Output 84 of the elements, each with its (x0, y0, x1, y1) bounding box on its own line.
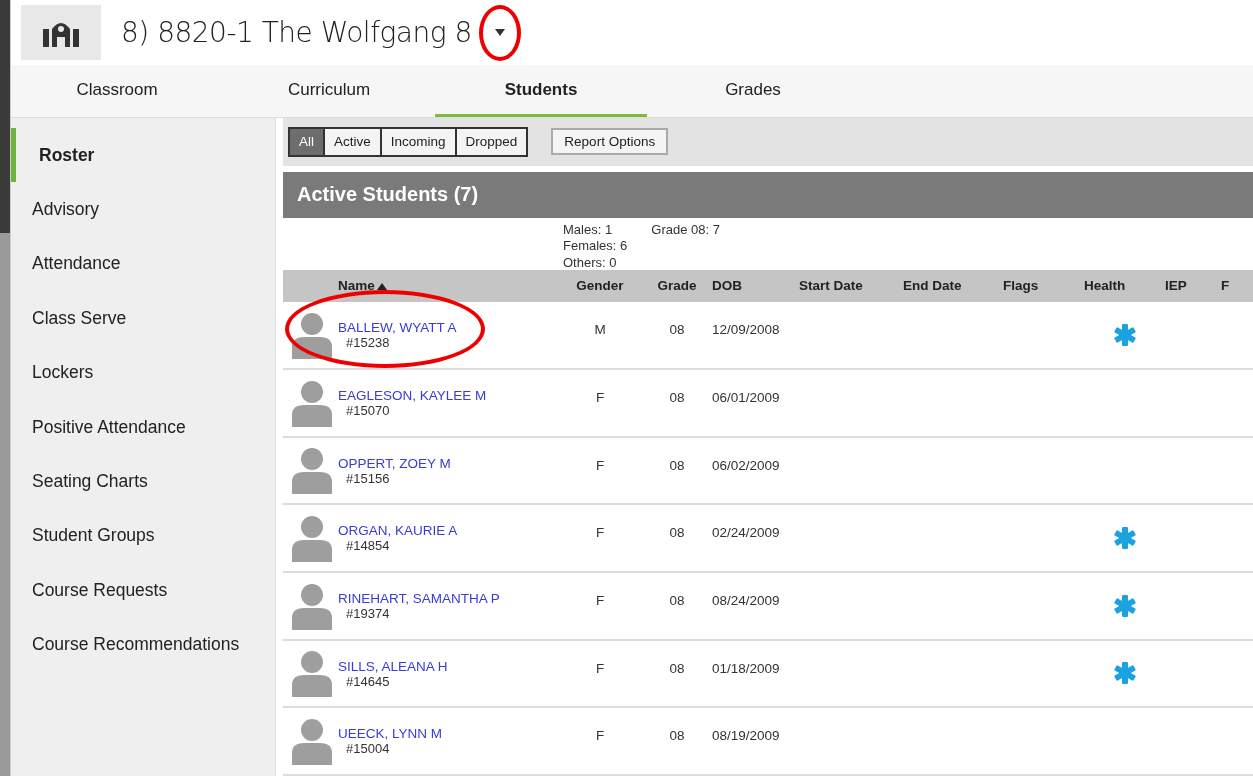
sidebar-item[interactable]: Seating Charts (11, 454, 275, 509)
table-cell-text: 06/01/2009 (712, 390, 781, 405)
filter-button[interactable]: Active (323, 128, 380, 155)
column-header[interactable]: IEP (1165, 278, 1221, 294)
column-header[interactable]: DOB (712, 278, 799, 294)
sidebar-item[interactable]: Positive Attendance (11, 399, 275, 455)
nav-tab[interactable]: Curriculum (223, 65, 435, 117)
student-name-link[interactable]: BALLEW, WYATT A (338, 320, 558, 336)
table-cell-text: 08 (668, 525, 686, 541)
student-name-link[interactable]: RINEHART, SAMANTHA P (338, 590, 558, 606)
sidebar-item[interactable]: Roster (11, 128, 275, 183)
table-cell-text: F (594, 390, 606, 405)
table-cell-text: M (593, 322, 607, 338)
table-cell-text: F (594, 660, 606, 676)
table-cell-text: 08/19/2009 (712, 728, 781, 744)
column-header[interactable]: End Date (903, 278, 1003, 294)
sidebar-item[interactable]: Course Requests (11, 563, 275, 618)
avatar-icon (292, 378, 332, 427)
filter-button[interactable]: Dropped (454, 128, 527, 155)
sidebar-item[interactable]: Attendance (11, 236, 275, 292)
student-id: #19374 (345, 605, 391, 621)
summary-text: Females: 6 (563, 238, 628, 255)
nav-tab[interactable]: Grades (647, 65, 859, 117)
medical-star-icon[interactable] (1113, 662, 1136, 685)
sidebar-item[interactable]: Student Groups (11, 508, 275, 564)
table-cell-text: F (594, 592, 606, 608)
summary-text: Males: 1 (563, 221, 614, 238)
school-logo-button[interactable] (21, 5, 101, 60)
annotation-ellipse (478, 4, 521, 61)
table-cell-text: 01/18/2009 (712, 660, 781, 676)
table-cell-text: 08 (668, 660, 686, 676)
sidebar-item[interactable]: Course Recommendations (11, 617, 275, 672)
report-options-button[interactable]: Report Options (551, 128, 669, 156)
avatar-icon (292, 446, 332, 495)
student-id: #14854 (345, 538, 391, 554)
avatar-icon (292, 311, 332, 360)
sort-up-icon (376, 283, 387, 291)
sidebar-item[interactable]: Class Serve (11, 291, 275, 346)
student-name-link[interactable]: ORGAN, KAURIE A (338, 523, 558, 539)
medical-star-icon[interactable] (1113, 527, 1136, 550)
column-header[interactable]: Health (1084, 278, 1165, 294)
section-title: 8) 8820-1 The Wolfgang 8 (121, 16, 472, 49)
caret-icon (494, 29, 505, 36)
column-header[interactable]: F (1221, 278, 1251, 294)
medical-star-icon[interactable] (1113, 324, 1136, 347)
student-id: #15004 (345, 741, 391, 757)
student-id: #15156 (345, 470, 391, 486)
avatar-icon (292, 581, 332, 630)
avatar-icon (292, 649, 332, 698)
sidebar-item[interactable]: Advisory (11, 182, 275, 237)
avatar-icon (292, 514, 332, 563)
column-header[interactable]: Gender (558, 278, 642, 294)
student-id: #14645 (345, 673, 391, 689)
table-cell-text: 06/02/2009 (712, 457, 781, 473)
filter-button[interactable]: All (290, 128, 323, 155)
table-cell-text: 02/24/2009 (712, 525, 781, 541)
column-header[interactable]: Grade (642, 278, 712, 294)
table-cell-text: 12/09/2008 (712, 322, 781, 338)
table-cell-text: 08 (668, 592, 686, 608)
table-cell-text: F (594, 728, 606, 744)
student-name-link[interactable]: UEECK, LYNN M (338, 726, 558, 742)
summary-text: Grade 08: 7 (651, 221, 720, 238)
table-cell-text: F (594, 525, 606, 541)
filter-button[interactable]: Incoming (379, 128, 455, 155)
student-id: #15238 (345, 335, 391, 351)
section-header: Active Students (7) (283, 171, 1253, 218)
table-cell-text: 08 (668, 457, 686, 473)
column-header[interactable]: Flags (1003, 278, 1084, 294)
avatar-icon (292, 717, 332, 766)
table-cell-text: 08 (668, 390, 686, 405)
column-header[interactable]: Name (338, 278, 558, 294)
table-cell-text: F (594, 457, 606, 473)
sidebar-item[interactable]: Lockers (11, 345, 275, 400)
table-cell-text: 08/24/2009 (712, 592, 781, 608)
nav-tab[interactable]: Classroom (11, 65, 223, 117)
column-header[interactable]: Start Date (799, 278, 903, 294)
medical-star-icon[interactable] (1113, 594, 1136, 617)
student-name-link[interactable]: EAGLESON, KAYLEE M (338, 388, 558, 403)
student-id: #15070 (345, 403, 391, 418)
table-cell-text: 08 (668, 728, 686, 744)
summary-text: Others: 0 (563, 254, 618, 271)
table-cell-text: 08 (668, 322, 686, 338)
student-name-link[interactable]: SILLS, ALEANA H (338, 658, 558, 674)
student-name-link[interactable]: OPPERT, ZOEY M (338, 455, 558, 471)
